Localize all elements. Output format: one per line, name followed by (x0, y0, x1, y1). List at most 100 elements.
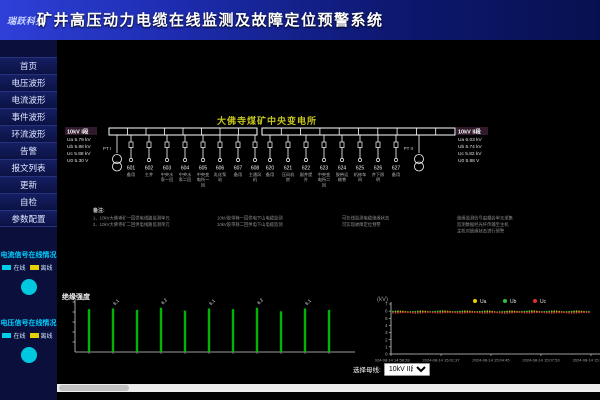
pt-label: PT II (404, 146, 413, 151)
feeder-620: 620备用 (266, 135, 275, 178)
page-title: 矿井高压动力电缆在线监测及故障定位预警系统 (37, 9, 384, 30)
app-root: 瑞跃科技 矿井高压动力电缆在线监测及故障定位预警系统 首页电压波形电流波形事件波… (0, 0, 600, 400)
scrollbar-thumb[interactable] (59, 385, 129, 391)
sidebar-item-8[interactable]: 自检 (0, 193, 57, 210)
legend-label-Uc[interactable]: Uc (540, 299, 547, 305)
voltage-signal-panel: 电压信号在线情况 在线 离线 (0, 318, 57, 363)
breaker-icon (322, 142, 326, 148)
feeder-605: 605中央变电所一回 (197, 135, 210, 188)
bus-select-label: 选择母线: (353, 364, 381, 374)
y-tick-label: 3 (385, 330, 388, 335)
bar-annotation: 6.1 (112, 298, 120, 306)
note-line: 监测数据经光纤传输至主机 (457, 221, 509, 228)
sidebar-item-0[interactable]: 首页 (0, 57, 57, 74)
pt-label: PT I (103, 146, 111, 151)
pt-transformer-icon: PT II (404, 135, 424, 171)
y-tick-label: 1 (385, 344, 388, 349)
current-signal-panel-title: 电流信号在线情况 (0, 250, 57, 260)
bus-voltage-reading: Uc 5.88 kV (67, 151, 91, 157)
feeder-name: 间 (358, 176, 362, 183)
sidebar-item-9[interactable]: 参数配置 (0, 210, 57, 227)
feeder-id: 620 (266, 166, 275, 172)
voltage-signal-panel-title: 电压信号在线情况 (0, 318, 57, 328)
sidebar-item-3[interactable]: 事件波形 (0, 108, 57, 125)
offline-label: 离线 (41, 331, 53, 340)
legend-label-Ub[interactable]: Ub (510, 299, 517, 305)
feeder-name: 机 (253, 176, 258, 183)
main-content: 大佛寺煤矿中央变电所10kV I段Ua 5.79 kVUb 5.88 kVUc … (57, 40, 600, 400)
breaker-icon (183, 142, 187, 148)
sidebar-item-2[interactable]: 电流波形 (0, 91, 57, 108)
breaker-icon (218, 142, 222, 148)
online-label: 在线 (13, 263, 25, 272)
feeder-name: 泵一回 (161, 177, 174, 183)
breaker-icon (236, 142, 240, 148)
bus-select-row: 选择母线: 10kV II段 (353, 362, 430, 376)
feeder-id: 606 (216, 166, 225, 172)
feeder-name: 备用 (392, 171, 400, 178)
breaker-icon (340, 142, 344, 148)
sidebar-item-4[interactable]: 环流波形 (0, 125, 57, 142)
feeder-name: 站 (218, 176, 222, 183)
sidebar-item-6[interactable]: 报文列表 (0, 159, 57, 176)
feeder-id: 623 (320, 166, 329, 172)
breaker-icon (286, 142, 290, 148)
feeder-606: 606乳化泵站 (214, 135, 227, 183)
feeder-id: 622 (302, 166, 311, 172)
feeder-623: 623中央变电所二回 (318, 135, 331, 188)
offline-label: 离线 (41, 263, 53, 272)
breaker-icon (201, 142, 205, 148)
feeder-624: 624胶带运输巷 (336, 135, 349, 183)
insulation-bar (280, 311, 282, 352)
insulation-bar (184, 311, 186, 352)
y-tick-label: 0 (385, 352, 388, 357)
breaker-icon (253, 142, 257, 148)
legend-dot-Uc (533, 299, 537, 303)
feeder-name: 备用 (266, 171, 274, 178)
voltage-signal-legend: 在线 离线 (0, 331, 57, 340)
bar-annotation: 6.1 (208, 298, 216, 306)
diagram-title: 大佛寺煤矿中央变电所 (217, 115, 317, 126)
note-line: 1、10kV大佛寺矿一回供电线路监测单元 (93, 215, 170, 222)
online-label: 在线 (13, 331, 25, 340)
bar-annotation: 6.1 (304, 298, 312, 306)
insulation-bar (112, 308, 114, 352)
x-tick-label: 2024-08-14 15:07:53 (522, 358, 560, 363)
breaker-icon (376, 142, 380, 148)
breaker-icon (147, 142, 151, 148)
bus-voltage-reading: Ua 6.03 kV (458, 137, 483, 143)
bus-select[interactable]: 10kV II段 (384, 363, 430, 376)
feeder-625: 625机修车间 (354, 135, 367, 183)
sidebar-item-1[interactable]: 电压波形 (0, 74, 57, 91)
feeder-608: 608主通风机 (249, 135, 262, 183)
legend-dot-Ub (503, 299, 507, 303)
online-swatch (2, 265, 11, 270)
feeder-id: 625 (356, 166, 365, 172)
feeder-name: 输巷 (338, 176, 347, 183)
breaker-icon (129, 142, 133, 148)
sidebar-item-7[interactable]: 更新 (0, 176, 57, 193)
x-tick-label: 2024-08-14 15:04:45 (472, 358, 510, 363)
feeder-622: 622副井提升 (300, 135, 313, 183)
breaker-icon (394, 142, 398, 148)
insulation-bar (304, 308, 306, 352)
feeder-602: 602主井 (145, 135, 154, 178)
y-tick-label: 6 (385, 309, 388, 314)
feeder-603: 603中央水泵一回 (161, 135, 174, 183)
bus-voltage-reading: U0 5.30 V (67, 158, 89, 164)
legend-label-Ua[interactable]: Ua (480, 299, 487, 305)
single-line-diagram: 大佛寺煤矿中央变电所10kV I段Ua 5.79 kVUb 5.88 kVUc … (57, 100, 600, 255)
sidebar-item-5[interactable]: 告警 (0, 142, 57, 159)
insulation-bar (232, 309, 234, 352)
breaker-icon (304, 142, 308, 148)
horizontal-scrollbar[interactable] (57, 384, 600, 392)
insulation-bar (208, 308, 210, 352)
feeder-607: 607备用 (234, 135, 243, 178)
y-tick-label: 4 (385, 323, 388, 328)
bus-voltage-reading: Ub 5.74 kV (458, 144, 483, 150)
bus-voltage-reading: Ub 5.88 kV (67, 144, 92, 150)
feeder-name: 备用 (127, 171, 135, 178)
note-line: 绝缘监测信号由耦合单元采集 (457, 215, 514, 222)
feeder-id: 608 (251, 166, 260, 172)
pt-transformer-icon: PT I (103, 135, 122, 171)
